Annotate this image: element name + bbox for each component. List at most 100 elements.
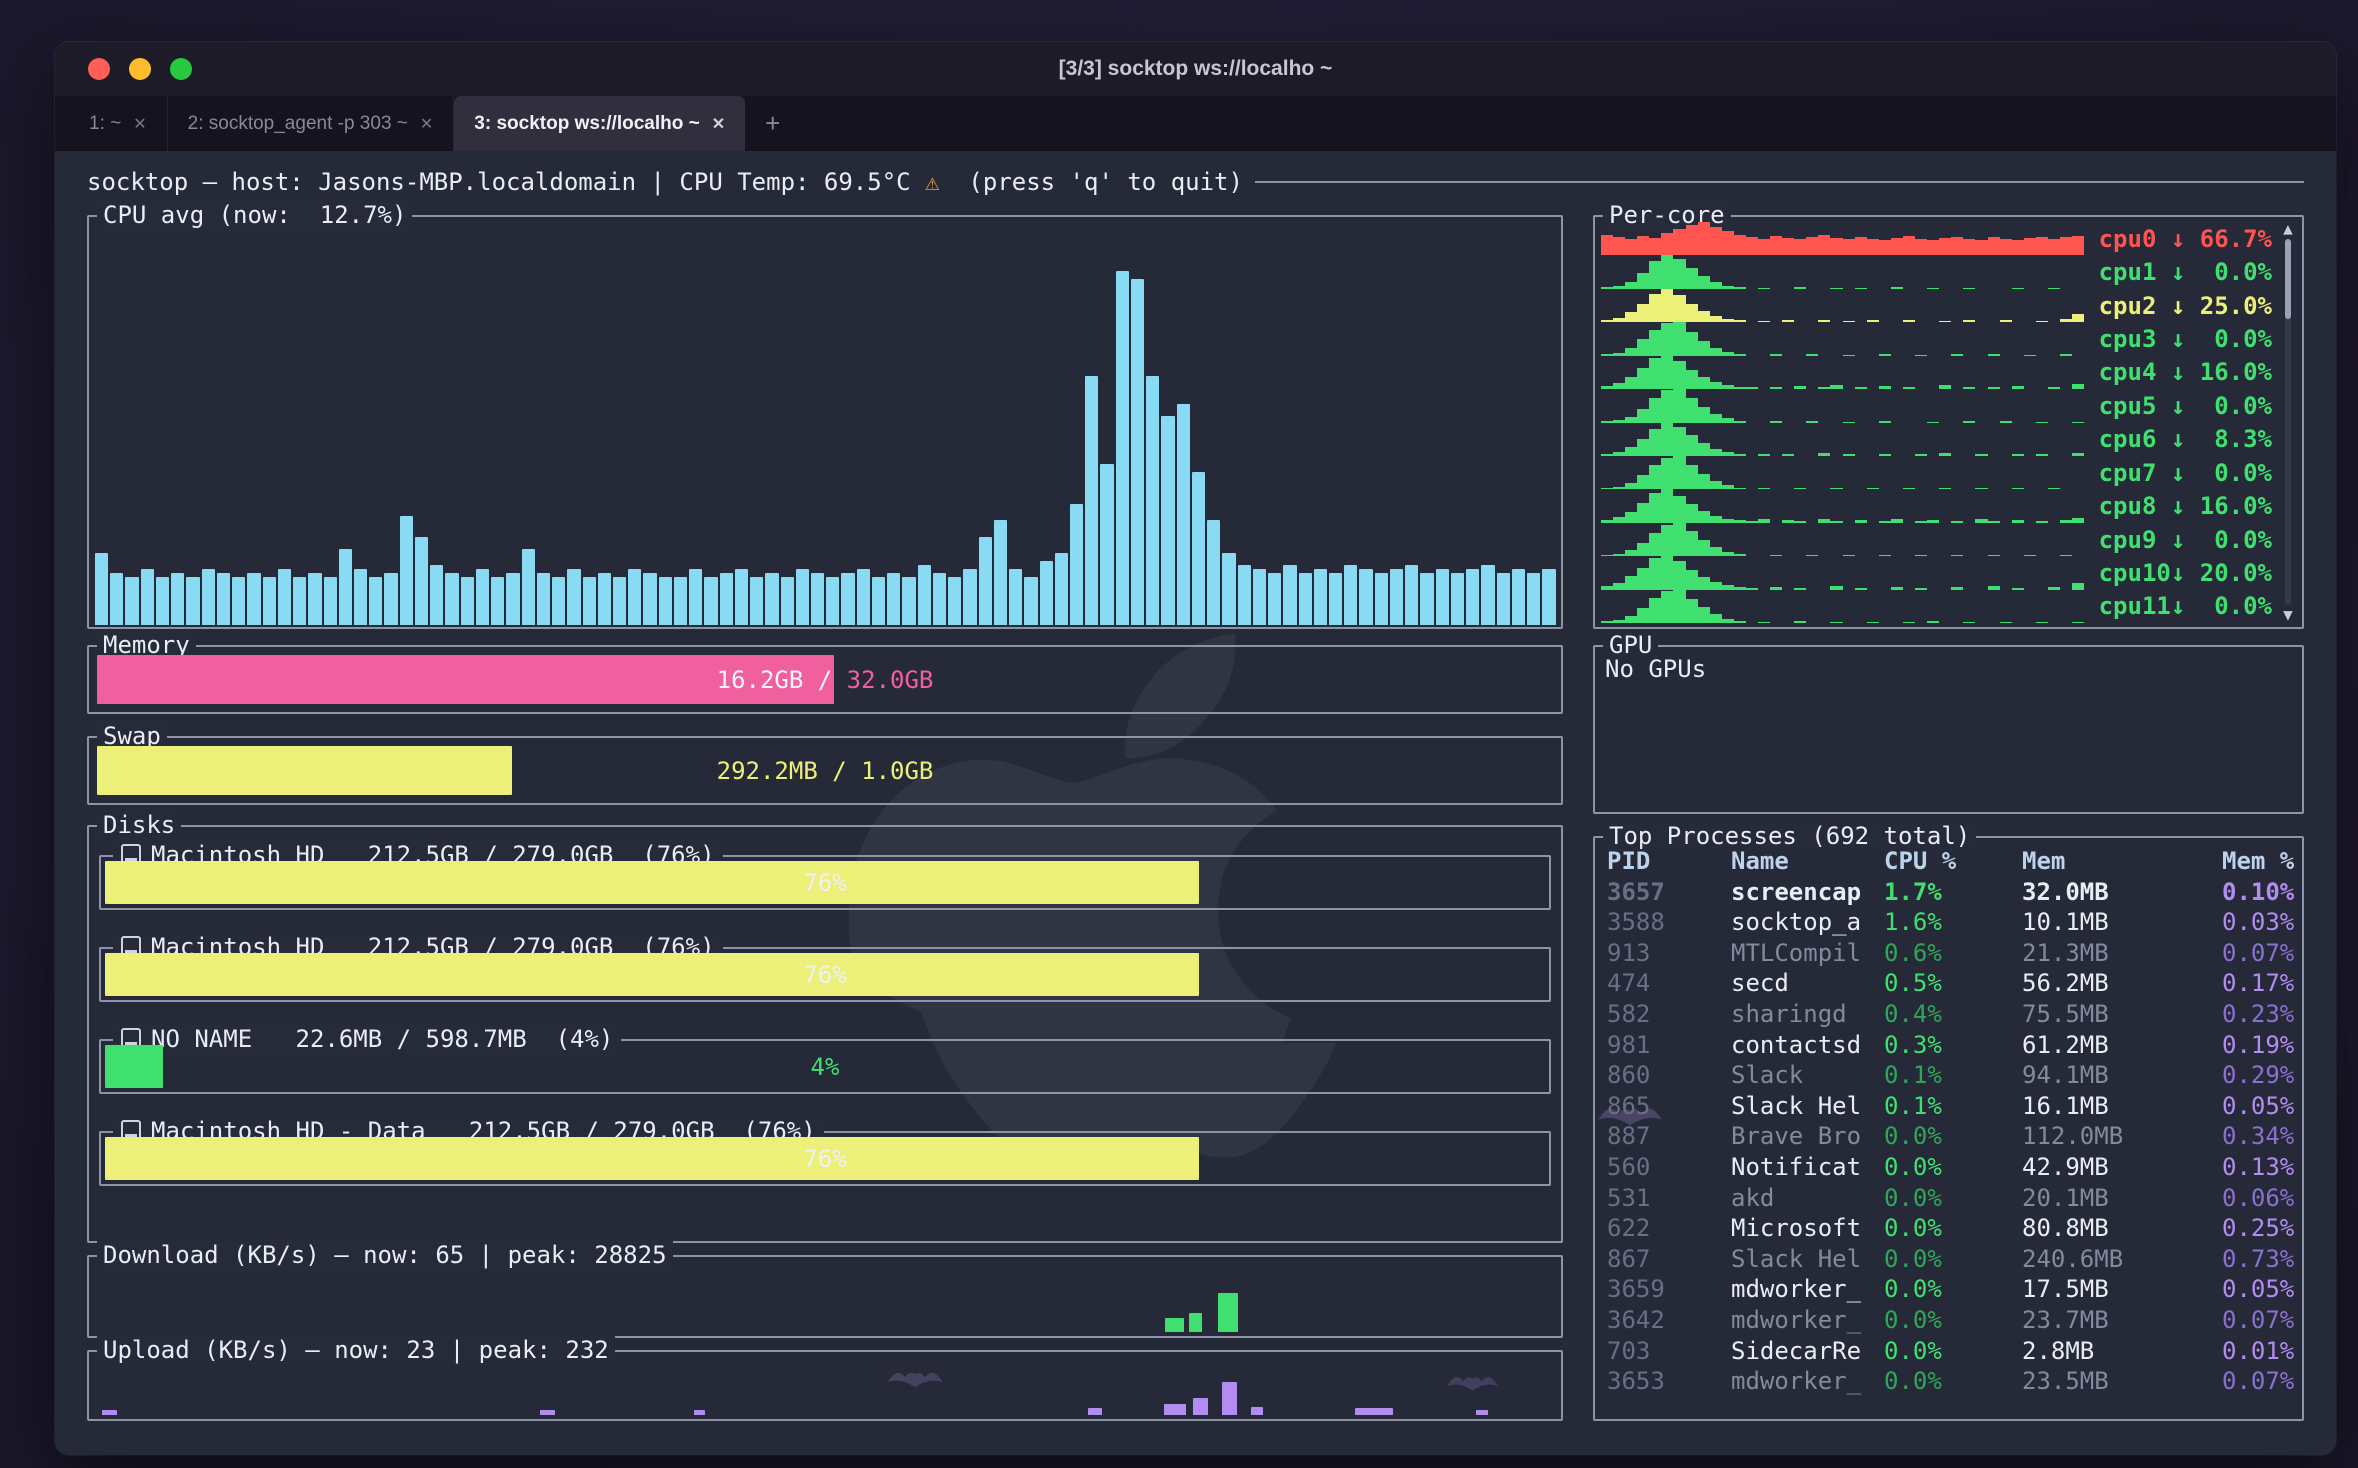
- new-tab-button[interactable]: +: [745, 96, 800, 151]
- core-history-bar: [1661, 255, 1673, 288]
- core-history-bar: [1649, 238, 1661, 255]
- core-history-sparkline: [1601, 456, 2084, 489]
- cpu-history-bar: [994, 520, 1007, 625]
- scrollbar-track[interactable]: [2285, 239, 2291, 605]
- cpu-history-bar: [552, 577, 565, 625]
- tab-close-icon[interactable]: ✕: [133, 114, 146, 134]
- tab-close-icon[interactable]: ✕: [712, 114, 725, 134]
- core-usage-label: cpu3 ↓ 0.0%: [2084, 325, 2272, 353]
- cpu-history-bar: [750, 577, 763, 625]
- process-mem: 2.8MB: [2022, 1336, 2222, 1367]
- percore-scrollbar[interactable]: ▲ ▼: [2276, 219, 2300, 625]
- process-row: 860Slack0.1%94.1MB0.29%: [1599, 1060, 2298, 1091]
- process-mem: 32.0MB: [2022, 877, 2222, 908]
- core-history-bar: [1601, 621, 1613, 623]
- cpu-history-bar: [384, 573, 397, 625]
- core-history-bar: [1613, 583, 1625, 590]
- core-history-bar: [1649, 261, 1661, 288]
- core-history-bar: [1673, 496, 1685, 523]
- process-row: 474secd0.5%56.2MB0.17%: [1599, 968, 2298, 999]
- process-mem-pct: 0.73%: [2222, 1244, 2298, 1275]
- core-history-bar: [1637, 608, 1649, 623]
- gpu-panel: GPU No GPUs: [1593, 645, 2304, 814]
- tab-3[interactable]: 3: socktop ws://localho ~✕: [454, 96, 745, 151]
- process-cpu: 0.0%: [1884, 1183, 2022, 1214]
- core-history-sparkline: [1601, 423, 2084, 456]
- core-history-bar: [1673, 322, 1685, 355]
- process-mem-pct: 0.19%: [2222, 1030, 2298, 1061]
- process-mem: 112.0MB: [2022, 1121, 2222, 1152]
- cpu-history-bar: [1238, 565, 1251, 625]
- disk-gauge-label: 76%: [105, 953, 1545, 996]
- cpu-history-bar: [659, 577, 672, 625]
- process-cpu: 0.5%: [1884, 968, 2022, 999]
- minimize-window-button[interactable]: [129, 58, 151, 80]
- cpu-history-bar: [1055, 553, 1068, 625]
- cpu-history-bar: [202, 569, 215, 625]
- core-history-bar: [1637, 339, 1649, 356]
- tab-1[interactable]: 1: ~ ✕: [69, 96, 168, 151]
- core-history-bar: [1686, 304, 1698, 322]
- core-history-bar: [1686, 225, 1698, 256]
- net-history-bar: [540, 1410, 555, 1415]
- scroll-up-icon[interactable]: ▲: [2283, 219, 2293, 239]
- process-table: PIDNameCPU %MemMem % 3657screencap1.7%32…: [1599, 846, 2298, 1415]
- process-row: 3588socktop_a1.6%10.1MB0.03%: [1599, 907, 2298, 938]
- process-name: akd: [1731, 1183, 1884, 1214]
- core-history-bar: [1855, 237, 1867, 255]
- process-mem-pct: 0.10%: [2222, 877, 2298, 908]
- core-history-bar: [1613, 620, 1625, 623]
- cpu-history-bar: [1222, 553, 1235, 625]
- process-mem-pct: 0.07%: [2222, 1305, 2298, 1336]
- core-history-sparkline: [1601, 489, 2084, 522]
- scrollbar-thumb[interactable]: [2285, 239, 2291, 319]
- core-history-sparkline: [1601, 590, 2084, 623]
- core-history-bar: [1710, 449, 1722, 456]
- core-row: cpu1 ↓ 0.0%: [1601, 255, 2272, 288]
- zoom-window-button[interactable]: [170, 58, 192, 80]
- core-row: cpu3 ↓ 0.0%: [1601, 322, 2272, 355]
- core-history-bar: [1661, 489, 1673, 522]
- core-history-bar: [1698, 474, 1710, 489]
- process-row: 560Notificat0.0%42.9MB0.13%: [1599, 1152, 2298, 1183]
- core-history-bar: [1710, 547, 1722, 556]
- net-history-bar: [1355, 1408, 1393, 1415]
- cpu-history-bar: [720, 573, 733, 625]
- process-name: Slack Hel: [1731, 1091, 1884, 1122]
- scroll-down-icon[interactable]: ▼: [2283, 605, 2293, 625]
- cpu-history-bar: [1131, 279, 1144, 625]
- close-window-button[interactable]: [88, 58, 110, 80]
- net-history-bar: [1164, 1404, 1186, 1415]
- terminal-body[interactable]: socktop — host: Jasons-MBP.localdomain |…: [55, 151, 2336, 1455]
- disk-usage-gauge: 76%: [105, 1137, 1545, 1180]
- process-row: 867Slack Hel0.0%240.6MB0.73%: [1599, 1244, 2298, 1275]
- core-history-bar: [2012, 240, 2024, 255]
- core-history-bar: [1818, 235, 1830, 255]
- cpu-history-bar: [643, 573, 656, 625]
- process-mem: 20.1MB: [2022, 1183, 2222, 1214]
- cpu-history-bar: [583, 577, 596, 625]
- tab-close-icon[interactable]: ✕: [420, 114, 433, 134]
- cpu-history-bar: [1344, 565, 1357, 625]
- tab-bar: 1: ~✕2: socktop_agent -p 303 ~✕3: sockto…: [55, 96, 2336, 151]
- cpu-history-bar: [141, 569, 154, 625]
- core-row: cpu8 ↓ 16.0%: [1601, 489, 2272, 522]
- disks-panel: Disks Macintosh HD 212.5GB / 279.0GB (76…: [87, 825, 1563, 1243]
- core-history-bar: [1686, 332, 1698, 355]
- window-titlebar[interactable]: [3/3] socktop ws://localho ~: [55, 42, 2336, 96]
- process-cpu: 0.1%: [1884, 1060, 2022, 1091]
- core-history-bar: [1649, 294, 1661, 323]
- cpu-history-bar: [247, 573, 260, 625]
- process-cpu: 0.0%: [1884, 1305, 2022, 1336]
- tab-2[interactable]: 2: socktop_agent -p 303 ~✕: [168, 96, 455, 151]
- core-usage-label: cpu8 ↓ 16.0%: [2084, 492, 2272, 520]
- process-cpu: 0.0%: [1884, 1366, 2022, 1397]
- process-mem-pct: 0.05%: [2222, 1091, 2298, 1122]
- tab-label: 1: ~: [89, 113, 121, 135]
- core-history-bar: [1830, 238, 1842, 255]
- window-title: [3/3] socktop ws://localho ~: [1059, 57, 1333, 81]
- core-history-bar: [1637, 368, 1649, 389]
- cpu-history-bar: [354, 569, 367, 625]
- core-history-bar: [1698, 276, 1710, 289]
- process-row: 981contactsd0.3%61.2MB0.19%: [1599, 1030, 2298, 1061]
